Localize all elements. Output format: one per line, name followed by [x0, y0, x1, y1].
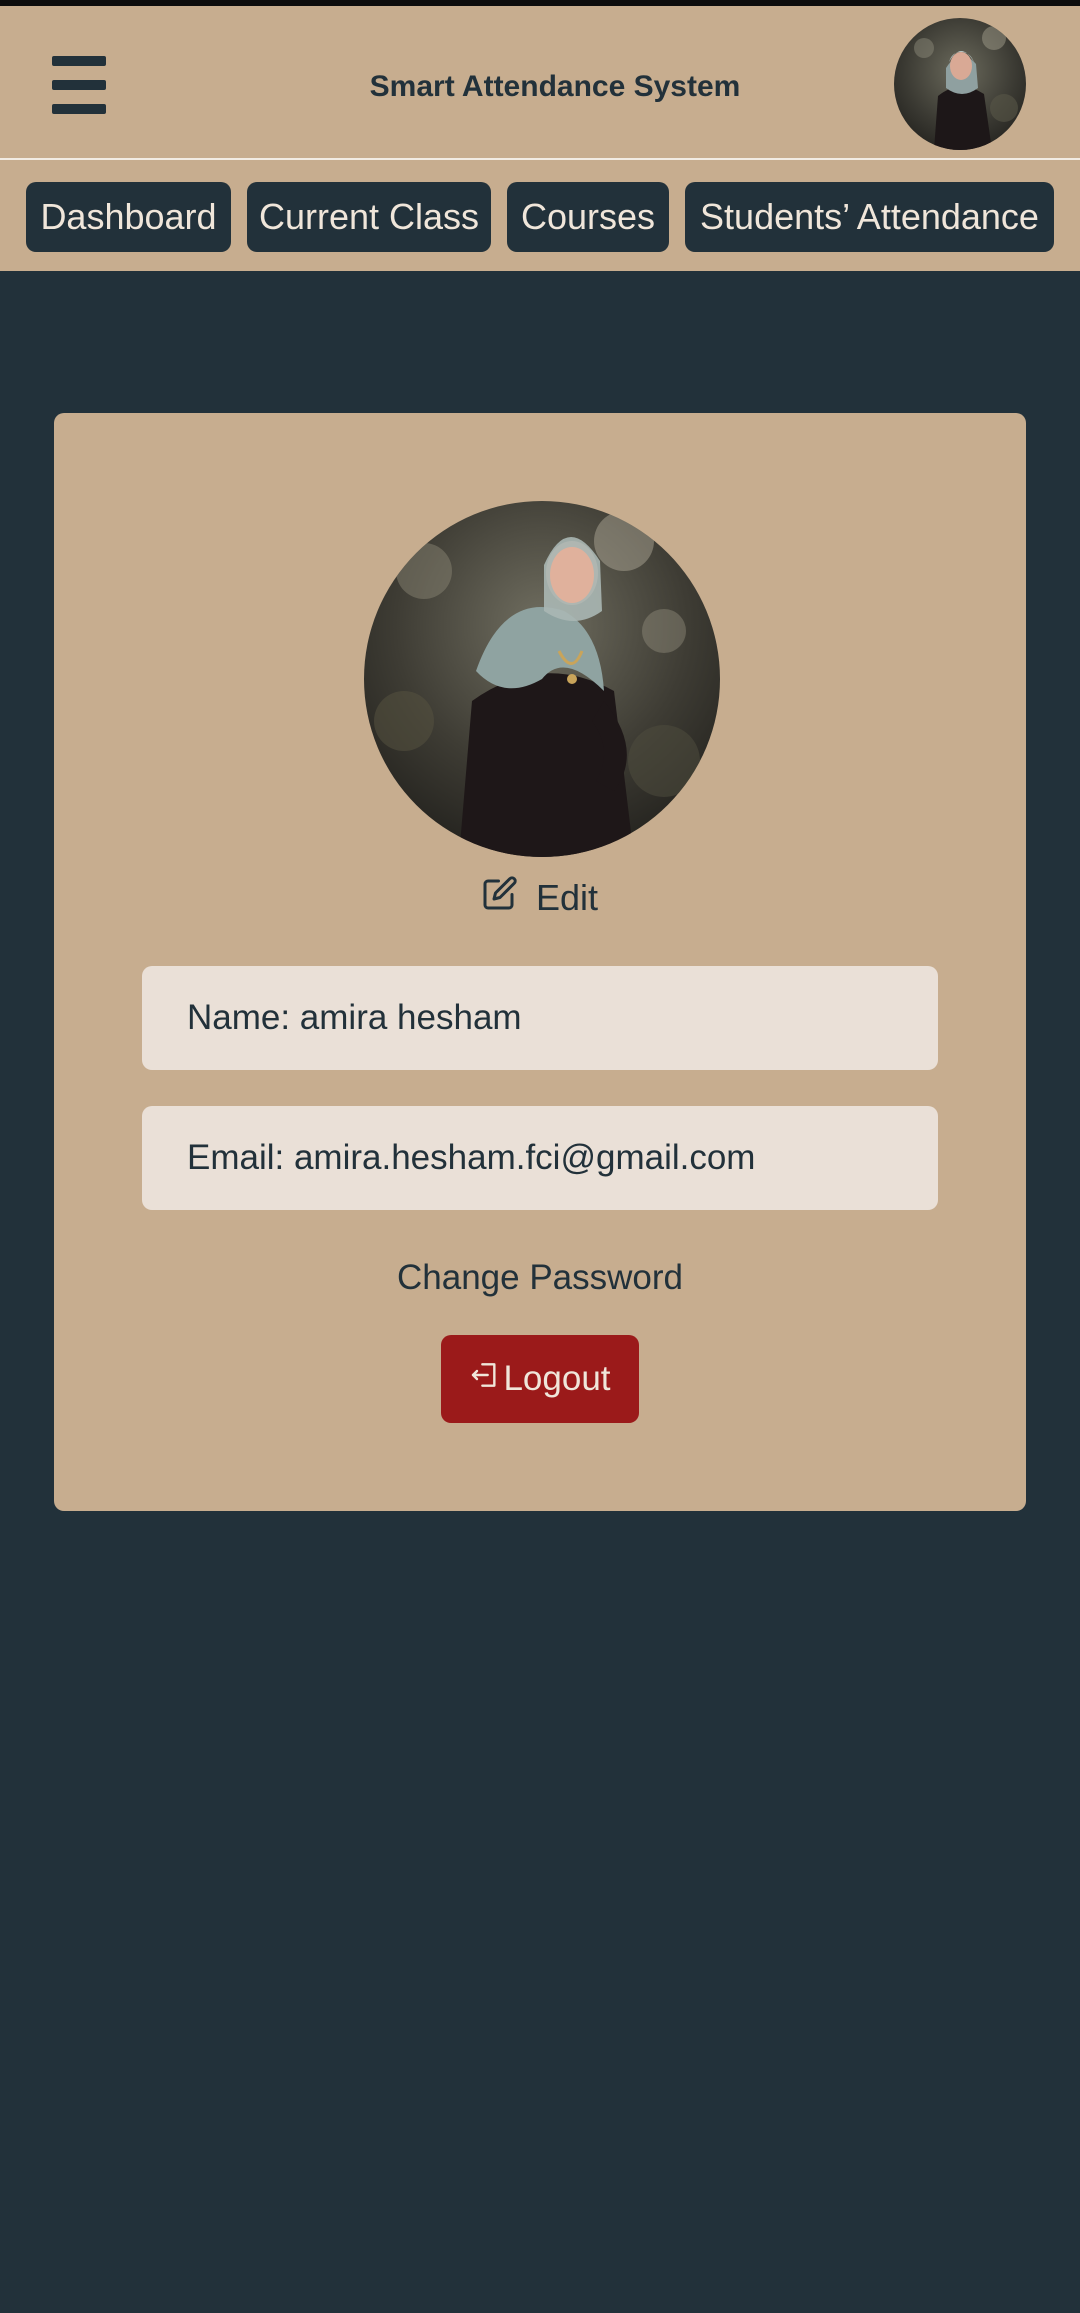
app-header: Smart Attendance System	[0, 6, 1080, 160]
profile-photo	[364, 501, 720, 857]
logout-arrow-icon	[469, 1359, 501, 1400]
nav-students-attendance-button[interactable]: Students’ Attendance	[685, 182, 1054, 252]
edit-photo-button[interactable]: Edit	[54, 875, 1026, 920]
change-password-link[interactable]: Change Password	[54, 1258, 1026, 1298]
nav-dashboard-button[interactable]: Dashboard	[26, 182, 231, 252]
nav-current-class-button[interactable]: Current Class	[247, 182, 491, 252]
logout-button[interactable]: Logout	[441, 1335, 639, 1423]
top-navigation: Dashboard Current Class Courses Students…	[0, 160, 1080, 271]
nav-courses-button[interactable]: Courses	[507, 182, 669, 252]
avatar[interactable]	[894, 18, 1026, 150]
email-field: Email: amira.hesham.fci@gmail.com	[142, 1106, 938, 1210]
pencil-square-icon	[482, 875, 518, 920]
logout-label: Logout	[503, 1359, 611, 1398]
edit-label: Edit	[535, 876, 599, 918]
name-field: Name: amira hesham	[142, 966, 938, 1070]
profile-card: Edit Name: amira hesham Email: amira.hes…	[54, 413, 1026, 1511]
